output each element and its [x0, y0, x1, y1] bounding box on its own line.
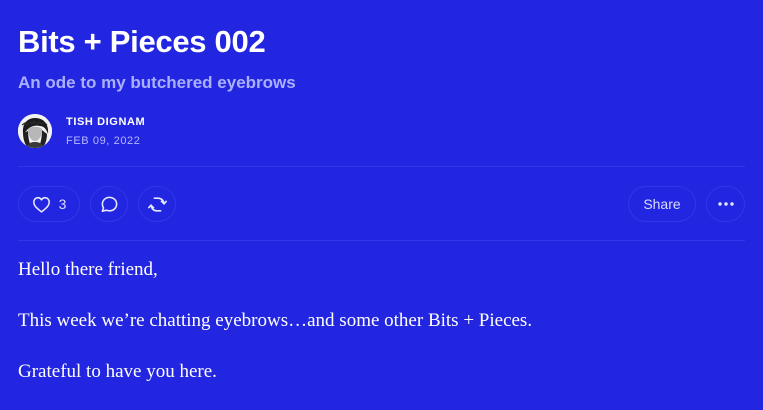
like-button[interactable]: 3: [18, 186, 80, 222]
like-count: 3: [58, 196, 67, 212]
comment-bubble-icon: [100, 195, 119, 214]
heart-icon: [32, 196, 51, 213]
restack-button[interactable]: [138, 186, 176, 222]
author-name[interactable]: TISH DIGNAM: [66, 115, 145, 129]
post-body: Hello there friend, This week we’re chat…: [18, 256, 745, 409]
post-date: FEB 09, 2022: [66, 134, 141, 147]
share-label: Share: [643, 196, 681, 212]
body-paragraph: Hello there friend,: [18, 259, 158, 280]
post-actions: 3 Share: [18, 186, 745, 222]
body-paragraph: This week we’re chatting eyebrows…and so…: [18, 310, 533, 331]
divider-top: [18, 166, 745, 167]
byline-meta: TISH DIGNAM FEB 09, 2022: [66, 115, 145, 148]
post-title: Bits + Pieces 002: [18, 24, 266, 59]
byline: TISH DIGNAM FEB 09, 2022: [18, 112, 145, 150]
ellipsis-icon: [717, 201, 735, 207]
author-avatar-image: [18, 114, 52, 148]
share-button[interactable]: Share: [628, 186, 696, 222]
comment-button[interactable]: [90, 186, 128, 222]
body-paragraph: Grateful to have you here.: [18, 361, 217, 382]
author-avatar[interactable]: [18, 114, 52, 148]
divider-bottom: [18, 240, 745, 241]
restack-icon: [147, 195, 167, 214]
more-options-button[interactable]: [706, 186, 745, 222]
post-subtitle: An ode to my butchered eyebrows: [18, 73, 296, 92]
